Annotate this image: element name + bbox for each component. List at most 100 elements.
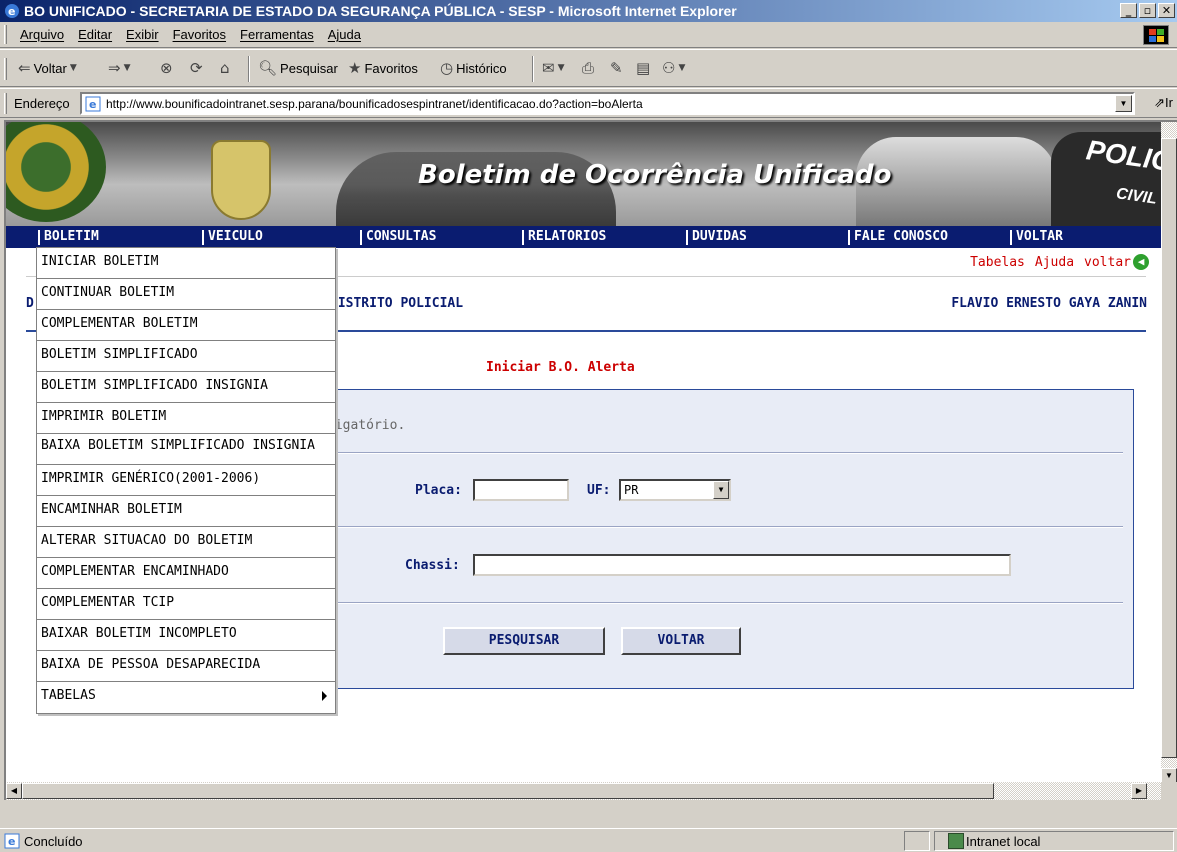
- status-bar: e Concluído Intranet local: [0, 828, 1177, 852]
- home-button[interactable]: ⌂: [220, 59, 230, 77]
- search-form-panel: rigatório. Placa: UF: PR ▼ Chassi: PESQU…: [228, 389, 1134, 689]
- scroll-right-icon[interactable]: ▶: [1131, 783, 1147, 799]
- refresh-button[interactable]: ⟳: [190, 59, 203, 77]
- page-icon: e: [85, 96, 101, 112]
- status-text: Concluído: [24, 834, 83, 849]
- svg-text:e: e: [8, 835, 15, 848]
- go-label: Ir: [1165, 95, 1173, 110]
- menu-item-imprimir-generico[interactable]: IMPRIMIR GENÉRICO(2001-2006): [37, 465, 335, 496]
- link-ajuda[interactable]: Ajuda: [1035, 255, 1074, 270]
- link-voltar[interactable]: voltar ◀: [1084, 254, 1149, 270]
- uf-select[interactable]: PR ▼: [619, 479, 731, 501]
- horizontal-scrollbar[interactable]: ◀ ▶: [6, 782, 1163, 800]
- menu-item-baixar-boletim-incompleto[interactable]: BAIXAR BOLETIM INCOMPLETO: [37, 620, 335, 651]
- menu-item-imprimir-boletim[interactable]: IMPRIMIR BOLETIM: [37, 403, 335, 434]
- submenu-arrow-icon: [322, 691, 327, 701]
- menu-item-tabelas[interactable]: TABELAS: [37, 682, 335, 713]
- menu-item-alterar-situacao[interactable]: ALTERAR SITUACAO DO BOLETIM: [37, 527, 335, 558]
- history-label: Histórico: [456, 60, 507, 76]
- addressbar-grip: [4, 93, 7, 114]
- address-url: http://www.bounificadointranet.sesp.para…: [106, 97, 643, 111]
- search-button[interactable]: 🔍︎ Pesquisar: [258, 59, 338, 77]
- placa-input[interactable]: [473, 479, 569, 501]
- form-divider: [239, 602, 1123, 604]
- menu-item-complementar-encaminhado[interactable]: COMPLEMENTAR ENCAMINHADO: [37, 558, 335, 589]
- discuss-icon: ▤: [636, 59, 651, 77]
- go-button[interactable]: ⇗Ir: [1154, 95, 1173, 111]
- back-button[interactable]: ⇐ Voltar ▼: [18, 59, 77, 77]
- menu-item-encaminhar-boletim[interactable]: ENCAMINHAR BOLETIM: [37, 496, 335, 527]
- menu-bar: Arquivo Editar Exibir Favoritos Ferramen…: [0, 22, 1177, 48]
- mail-button[interactable]: ✉ ▼: [542, 59, 565, 77]
- menu-arquivo[interactable]: Arquivo: [20, 27, 64, 42]
- minimize-button[interactable]: _: [1120, 3, 1137, 18]
- history-button[interactable]: ◷ Histórico: [440, 59, 507, 77]
- menu-item-baixa-pessoa-desaparecida[interactable]: BAIXA DE PESSOA DESAPARECIDA: [37, 651, 335, 682]
- menu-item-baixa-boletim-simplificado-insignia[interactable]: BAIXA BOLETIM SIMPLIFICADO INSIGNIA: [37, 434, 335, 465]
- window-title: BO UNIFICADO - SECRETARIA DE ESTADO DA S…: [24, 3, 737, 19]
- ie-icon: e: [5, 4, 19, 18]
- maximize-button[interactable]: ▫: [1139, 3, 1156, 18]
- vertical-scrollbar[interactable]: ▼: [1161, 122, 1177, 784]
- menu-item-iniciar-boletim[interactable]: INICIAR BOLETIM: [37, 248, 335, 279]
- search-button[interactable]: PESQUISAR: [443, 627, 605, 655]
- menu-editar[interactable]: Editar: [78, 27, 112, 42]
- window-controls: _ ▫ ✕: [1120, 3, 1175, 18]
- page-viewport: POLICIA CIVIL Boletim de Ocorrência Unif…: [4, 120, 1177, 800]
- nav-relatorios[interactable]: RELATORIOS: [522, 230, 606, 245]
- refresh-icon: ⟳: [190, 59, 203, 77]
- menu-exibir[interactable]: Exibir: [126, 27, 159, 42]
- close-button[interactable]: ✕: [1158, 3, 1175, 18]
- menu-ajuda[interactable]: Ajuda: [328, 27, 361, 42]
- nav-voltar[interactable]: VOLTAR: [1010, 230, 1063, 245]
- history-icon: ◷: [440, 59, 454, 77]
- boletim-dropdown-menu: INICIAR BOLETIM CONTINUAR BOLETIM COMPLE…: [36, 247, 336, 714]
- stop-button[interactable]: ⊗: [160, 59, 173, 77]
- svg-text:e: e: [89, 98, 96, 111]
- vertical-scroll-thumb[interactable]: [1161, 138, 1177, 758]
- nav-veiculo[interactable]: VEICULO: [202, 230, 263, 245]
- messenger-button[interactable]: ⚇ ▼: [662, 59, 685, 77]
- chevron-down-icon[interactable]: ▼: [713, 481, 729, 499]
- menu-item-boletim-simplificado[interactable]: BOLETIM SIMPLIFICADO: [37, 341, 335, 372]
- favorites-label: Favoritos: [364, 60, 418, 76]
- header-left-text: D: [26, 296, 34, 311]
- back-button[interactable]: VOLTAR: [621, 627, 741, 655]
- intranet-zone-icon: [948, 833, 964, 849]
- link-tabelas[interactable]: Tabelas: [970, 255, 1025, 270]
- mail-icon: ✉: [542, 59, 555, 77]
- scroll-left-icon[interactable]: ◀: [6, 783, 22, 799]
- nav-fale-conosco[interactable]: FALE CONOSCO: [848, 230, 948, 245]
- svg-text:e: e: [8, 5, 15, 18]
- menu-favoritos[interactable]: Favoritos: [173, 27, 226, 42]
- address-input[interactable]: e http://www.bounificadointranet.sesp.pa…: [80, 92, 1135, 115]
- chassi-input[interactable]: [473, 554, 1011, 576]
- discuss-button[interactable]: ▤: [636, 59, 650, 77]
- status-pane: [904, 831, 930, 851]
- nav-boletim[interactable]: BOLETIM: [38, 230, 99, 245]
- print-button[interactable]: ⎙: [582, 59, 594, 77]
- site-banner: POLICIA CIVIL Boletim de Ocorrência Unif…: [6, 122, 1163, 226]
- toolbar-separator: [532, 56, 534, 82]
- nav-consultas[interactable]: CONSULTAS: [360, 230, 436, 245]
- menu-item-tabelas-label: TABELAS: [41, 688, 96, 703]
- edit-button[interactable]: ✎: [610, 59, 623, 77]
- forward-arrow-icon: ⇒: [108, 59, 121, 77]
- menu-ferramentas[interactable]: Ferramentas: [240, 27, 314, 42]
- menu-item-complementar-tcip[interactable]: COMPLEMENTAR TCIP: [37, 589, 335, 620]
- link-voltar-label: voltar: [1084, 254, 1131, 270]
- horizontal-scroll-thumb[interactable]: [22, 783, 994, 799]
- menu-item-complementar-boletim[interactable]: COMPLEMENTAR BOLETIM: [37, 310, 335, 341]
- nav-duvidas[interactable]: DUVIDAS: [686, 230, 747, 245]
- uf-label: UF:: [587, 483, 611, 498]
- back-arrow-icon: ◀: [1133, 254, 1149, 270]
- favorites-button[interactable]: ★ Favoritos: [348, 59, 418, 77]
- menu-item-boletim-simplificado-insignia[interactable]: BOLETIM SIMPLIFICADO INSIGNIA: [37, 372, 335, 403]
- back-arrow-icon: ⇐: [18, 59, 31, 77]
- menubar-grip: [4, 25, 7, 44]
- messenger-icon: ⚇: [662, 59, 676, 77]
- forward-button[interactable]: ⇒ ▼: [108, 59, 131, 77]
- home-icon: ⌂: [220, 59, 230, 77]
- menu-item-continuar-boletim[interactable]: CONTINUAR BOLETIM: [37, 279, 335, 310]
- address-dropdown-icon[interactable]: ▼: [1115, 95, 1132, 112]
